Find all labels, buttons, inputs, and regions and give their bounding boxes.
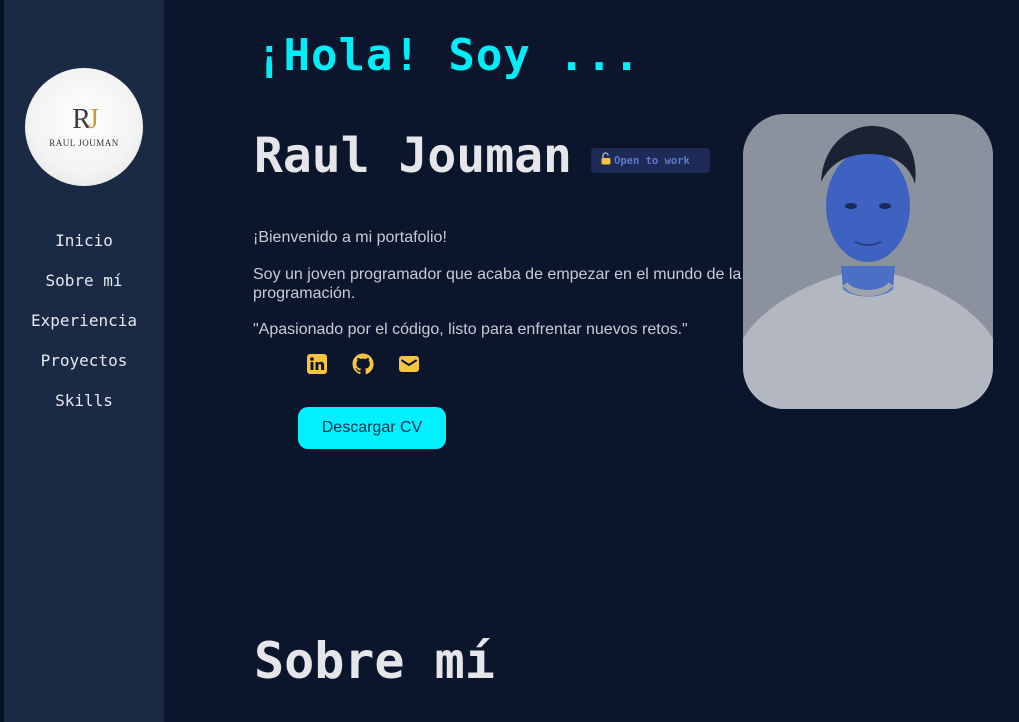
intro-text: Soy un joven programador que acaba de em…	[253, 266, 742, 302]
nav-item-proyectos[interactable]: Proyectos	[4, 348, 164, 388]
email-icon	[398, 354, 420, 379]
sidebar: RJ RAUL JOUMAN Inicio Sobre mí Experienc…	[4, 0, 164, 722]
hero-name: Raul Jouman	[254, 128, 572, 184]
social-links	[306, 352, 420, 381]
github-link[interactable]	[351, 352, 375, 381]
nav-item-inicio[interactable]: Inicio	[4, 228, 164, 268]
open-to-work-badge: Open to work	[591, 148, 710, 173]
github-icon	[351, 352, 375, 381]
linkedin-link[interactable]	[306, 353, 328, 380]
quote-text: "Apasionado por el código, listo para en…	[253, 321, 688, 338]
about-section-title: Sobre mí	[254, 632, 495, 690]
logo-monogram: RJ	[72, 104, 99, 135]
logo-text: RAUL JOUMAN	[49, 138, 119, 148]
hero-greeting: ¡Hola! Soy ...	[256, 30, 641, 81]
nav-item-sobre-mi[interactable]: Sobre mí	[4, 268, 164, 308]
unlock-icon	[600, 151, 612, 170]
profile-photo	[743, 114, 993, 409]
sidebar-nav: Inicio Sobre mí Experiencia Proyectos Sk…	[4, 228, 164, 428]
welcome-text: ¡Bienvenido a mi portafolio!	[253, 229, 447, 246]
linkedin-icon	[306, 353, 328, 380]
badge-label: Open to work	[614, 154, 690, 167]
nav-item-experiencia[interactable]: Experiencia	[4, 308, 164, 348]
nav-item-skills[interactable]: Skills	[4, 388, 164, 428]
email-link[interactable]	[398, 354, 420, 378]
download-cv-button[interactable]: Descargar CV	[298, 407, 446, 449]
logo[interactable]: RJ RAUL JOUMAN	[25, 68, 143, 186]
